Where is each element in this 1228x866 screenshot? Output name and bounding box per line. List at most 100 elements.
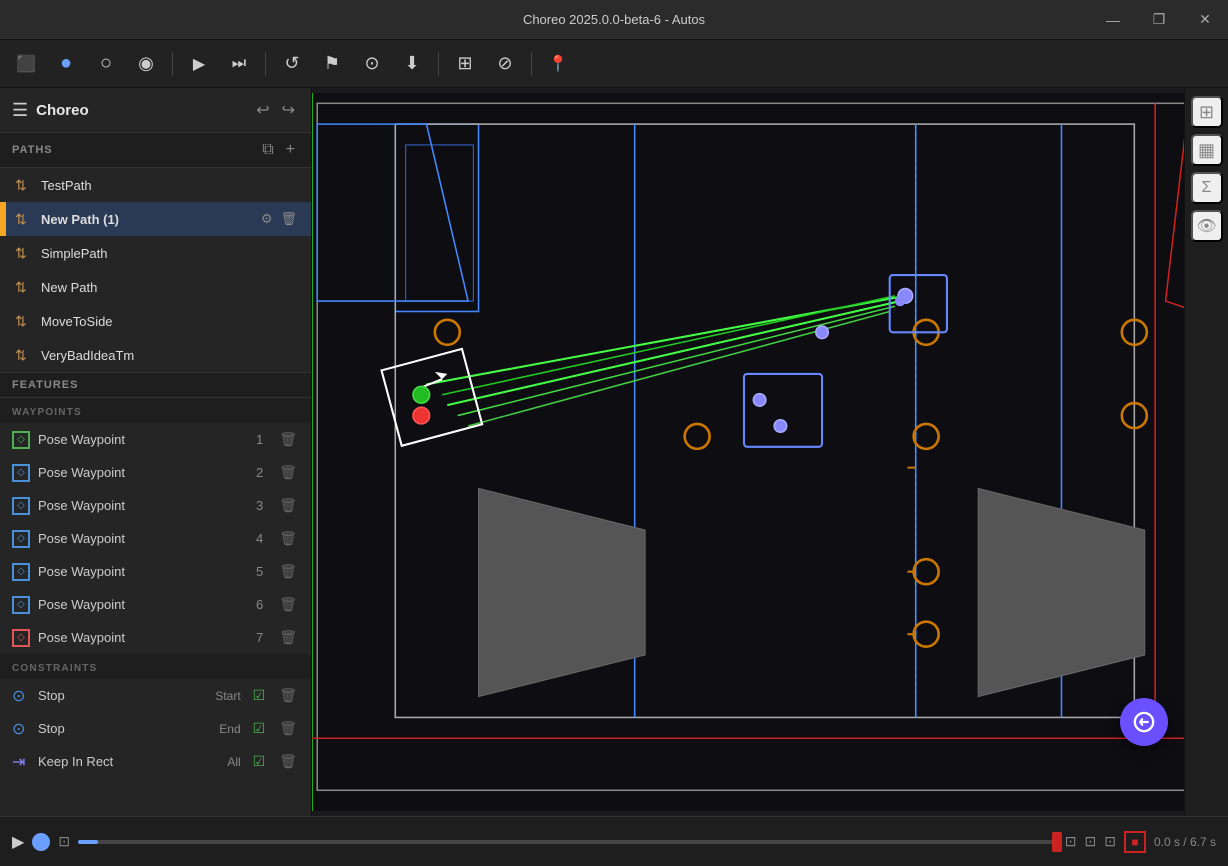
path-delete-button[interactable]: 🗑	[278, 175, 299, 195]
waypoint-delete-4[interactable]: 🗑	[277, 528, 299, 549]
waypoint-delete-2[interactable]: 🗑	[277, 462, 299, 483]
timeline-track[interactable]	[78, 840, 1057, 844]
path-settings-button[interactable]: ⚙	[259, 209, 275, 229]
sidebar: ☰ Choreo ↩ ↪ PATHS ⧉ + ⇅ T	[0, 88, 312, 816]
constraint-stop-end[interactable]: ⊙ Stop End ☑ 🗑	[0, 712, 311, 745]
waypoint-delete-7[interactable]: 🗑	[277, 627, 299, 648]
timeline-thumb[interactable]	[32, 833, 50, 851]
toolbar-separator-2	[265, 52, 266, 76]
loop-button[interactable]: ↺	[274, 46, 310, 82]
waypoint-icon-3: ◇	[12, 497, 30, 515]
waypoint-name-1: Pose Waypoint	[38, 432, 248, 447]
export-button[interactable]: ⬇	[394, 46, 430, 82]
constraint-stop-end-delete[interactable]: 🗑	[277, 718, 299, 739]
timeline-play-button[interactable]: ▶	[12, 832, 24, 852]
constraint-keep-rect-delete[interactable]: 🗑	[277, 751, 299, 772]
path-item-movetoside[interactable]: ⇅ MoveToSide ⚙ 🗑	[0, 304, 311, 338]
constraint-stop-end-check[interactable]: ☑	[253, 720, 266, 737]
waypoint-item-2[interactable]: ◇ Pose Waypoint 2 🗑	[0, 456, 311, 489]
waypoint-item-6[interactable]: ◇ Pose Waypoint 6 🗑	[0, 588, 311, 621]
path-item-simplepath[interactable]: ⇅ SimplePath ⚙ 🗑	[0, 236, 311, 270]
select-tool-button[interactable]: ⬛	[8, 46, 44, 82]
path-delete-button[interactable]: 🗑	[278, 277, 299, 297]
path-settings-button[interactable]: ⚙	[259, 311, 275, 331]
waypoint-name-7: Pose Waypoint	[38, 630, 248, 645]
waypoint-delete-3[interactable]: 🗑	[277, 495, 299, 516]
path-delete-button[interactable]: 🗑	[278, 243, 299, 263]
waypoint-delete-5[interactable]: 🗑	[277, 561, 299, 582]
close-button[interactable]: ✕	[1182, 0, 1228, 39]
timeline-icon-2[interactable]: ⊡	[1065, 833, 1077, 850]
constraints-subsection-header: CONSTRAINTS	[0, 654, 311, 679]
path-item-newpath1[interactable]: ⇅ New Path (1) ⚙ 🗑	[0, 202, 311, 236]
path-icon: ⇅	[15, 211, 33, 228]
waypoint-num-2: 2	[256, 465, 263, 480]
path-delete-button[interactable]: 🗑	[278, 209, 299, 229]
sigma-button[interactable]: Σ	[1191, 172, 1223, 204]
empty-waypoint-button[interactable]: ○	[88, 46, 124, 82]
constraint-stop-end-name: Stop	[38, 721, 211, 736]
constraint-keep-rect[interactable]: ⇥ Keep In Rect All ☑ 🗑	[0, 745, 311, 778]
keep-rect-icon: ⇥	[12, 752, 30, 772]
waypoint-icon-7: ◇	[12, 629, 30, 647]
path-settings-button[interactable]: ⚙	[247, 175, 274, 195]
path-item-newpath[interactable]: ⇅ New Path ⚙ 🗑	[0, 270, 311, 304]
fab-button[interactable]	[1120, 698, 1168, 746]
path-icon: ⇅	[15, 313, 33, 330]
redo-button[interactable]: ↪	[278, 96, 299, 124]
waypoint-delete-1[interactable]: 🗑	[277, 429, 299, 450]
stop-start-icon: ⊙	[12, 686, 30, 706]
layout-button[interactable]: ⊞	[1191, 96, 1223, 128]
waypoint-item-5[interactable]: ◇ Pose Waypoint 5 🗑	[0, 555, 311, 588]
cancel-button[interactable]: ⊘	[487, 46, 523, 82]
duplicate-path-button[interactable]: ⧉	[258, 139, 277, 161]
minimize-button[interactable]: —	[1090, 0, 1136, 39]
waypoint-name-3: Pose Waypoint	[38, 498, 248, 513]
paths-section-header: PATHS ⧉ +	[0, 133, 311, 168]
hamburger-button[interactable]: ☰	[12, 100, 28, 121]
path-settings-button[interactable]: ⚙	[259, 277, 275, 297]
path-settings-button[interactable]: ⚙	[259, 345, 275, 365]
stop-button[interactable]: ◉	[128, 46, 164, 82]
waypoint-num-1: 1	[256, 432, 263, 447]
location-button[interactable]: 📍	[540, 46, 576, 82]
waypoint-num-5: 5	[256, 564, 263, 579]
waypoint-item-3[interactable]: ◇ Pose Waypoint 3 🗑	[0, 489, 311, 522]
grid-button[interactable]: ▦	[1191, 134, 1223, 166]
waypoint-name-2: Pose Waypoint	[38, 465, 248, 480]
waypoint-item-1[interactable]: ◇ Pose Waypoint 1 🗑	[0, 423, 311, 456]
timeline-icon-1[interactable]: ⊡	[58, 833, 70, 850]
sidebar-header: ☰ Choreo ↩ ↪	[0, 88, 311, 133]
maximize-button[interactable]: ❐	[1136, 0, 1182, 39]
waypoint-name-6: Pose Waypoint	[38, 597, 248, 612]
waypoint-item-4[interactable]: ◇ Pose Waypoint 4 🗑	[0, 522, 311, 555]
toolbar-separator-4	[531, 52, 532, 76]
timeline-icon-4[interactable]: ⊡	[1104, 833, 1116, 850]
constraint-stop-start[interactable]: ⊙ Stop Start ☑ 🗑	[0, 679, 311, 712]
constraint-keep-rect-check[interactable]: ☑	[253, 753, 266, 770]
path-settings-button[interactable]: ⚙	[259, 243, 275, 263]
add-path-button[interactable]: +	[282, 139, 299, 161]
path-item-verybadideatm[interactable]: ⇅ VeryBadIdeaTm ⚙ 🗑	[0, 338, 311, 372]
main-toolbar: ⬛ ● ○ ◉ ▶ ⏭ ↺ ⚑ ⊙ ⬇ ⊞ ⊘ 📍	[0, 40, 1228, 88]
undo-button[interactable]: ↩	[252, 96, 273, 124]
path-item-actions: ⚙ 🗑	[259, 209, 299, 229]
constraint-stop-start-delete[interactable]: 🗑	[277, 685, 299, 706]
waypoint-delete-6[interactable]: 🗑	[277, 594, 299, 615]
path-item-testpath[interactable]: ⇅ TestPath ⚙ 🗑	[0, 168, 311, 202]
canvas-area[interactable]: ⊞ ▦ Σ 👁	[312, 88, 1228, 816]
waypoint-item-7[interactable]: ◇ Pose Waypoint 7 🗑	[0, 621, 311, 654]
path-delete-button[interactable]: 🗑	[278, 311, 299, 331]
constraint-stop-start-check[interactable]: ☑	[253, 687, 266, 704]
download-circle-button[interactable]: ⊙	[354, 46, 390, 82]
timeline-icon-3[interactable]: ⊡	[1084, 833, 1096, 850]
visibility-button[interactable]: 👁	[1191, 210, 1223, 242]
path-delete-button[interactable]: 🗑	[278, 345, 299, 365]
features-section-title: FEATURES	[12, 379, 299, 391]
waypoint-icon-5: ◇	[12, 563, 30, 581]
flag-button[interactable]: ⚑	[314, 46, 350, 82]
skip-button[interactable]: ⏭	[221, 46, 257, 82]
pose-waypoint-button[interactable]: ●	[48, 46, 84, 82]
play-button[interactable]: ▶	[181, 46, 217, 82]
split-button[interactable]: ⊞	[447, 46, 483, 82]
